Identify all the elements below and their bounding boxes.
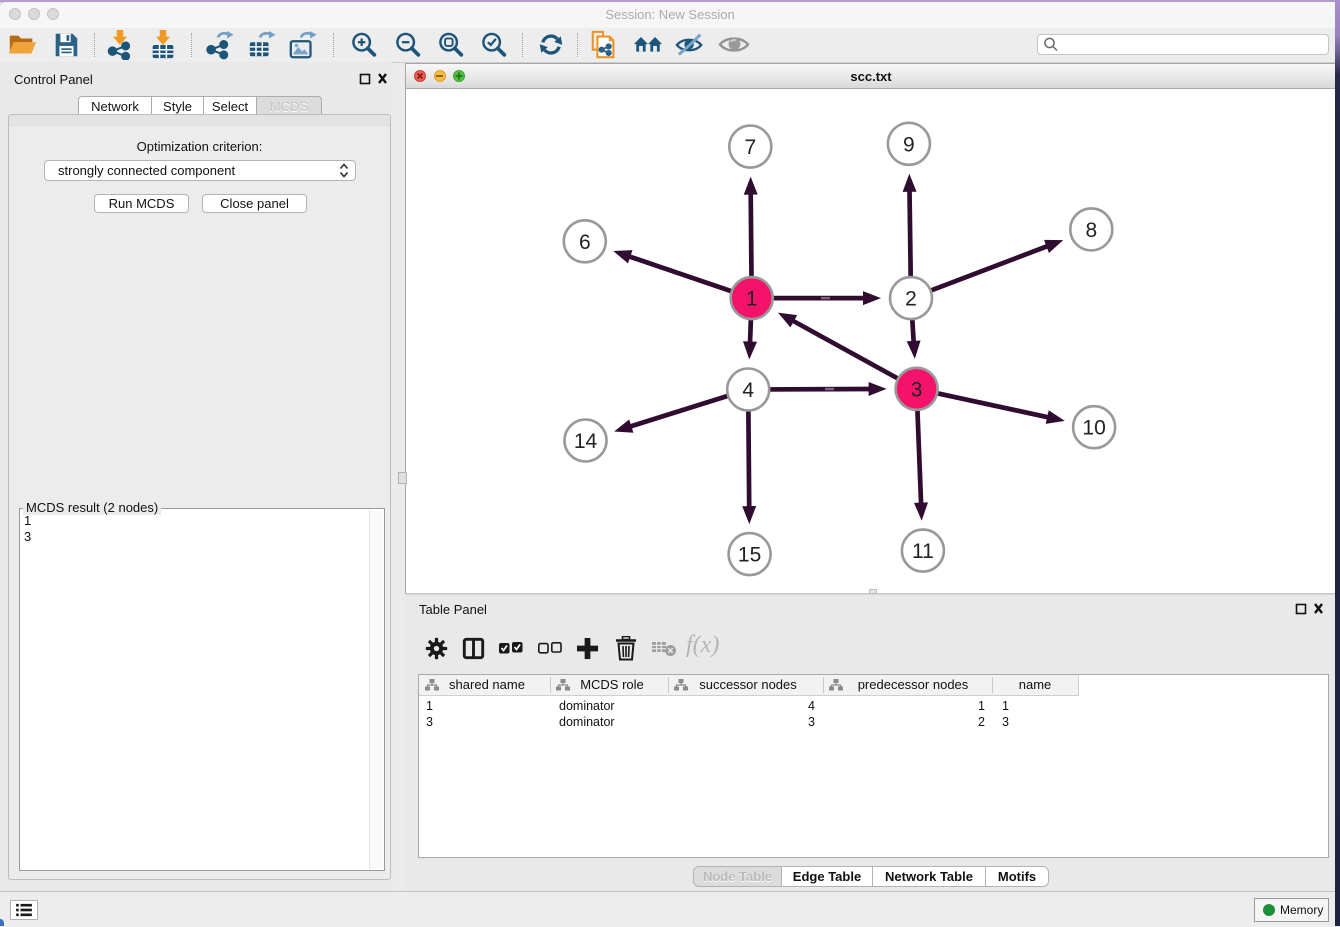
svg-text:10: 10 bbox=[1082, 417, 1105, 440]
svg-text:4: 4 bbox=[742, 379, 754, 402]
svg-text:15: 15 bbox=[738, 544, 761, 567]
svg-text:6: 6 bbox=[579, 231, 591, 254]
svg-text:7: 7 bbox=[744, 136, 756, 159]
svg-text:2: 2 bbox=[905, 288, 917, 311]
svg-text:3: 3 bbox=[911, 378, 923, 401]
svg-text:8: 8 bbox=[1085, 219, 1097, 242]
svg-text:1: 1 bbox=[746, 288, 758, 311]
svg-text:14: 14 bbox=[574, 430, 598, 453]
svg-text:11: 11 bbox=[912, 540, 934, 563]
svg-text:9: 9 bbox=[903, 133, 915, 156]
